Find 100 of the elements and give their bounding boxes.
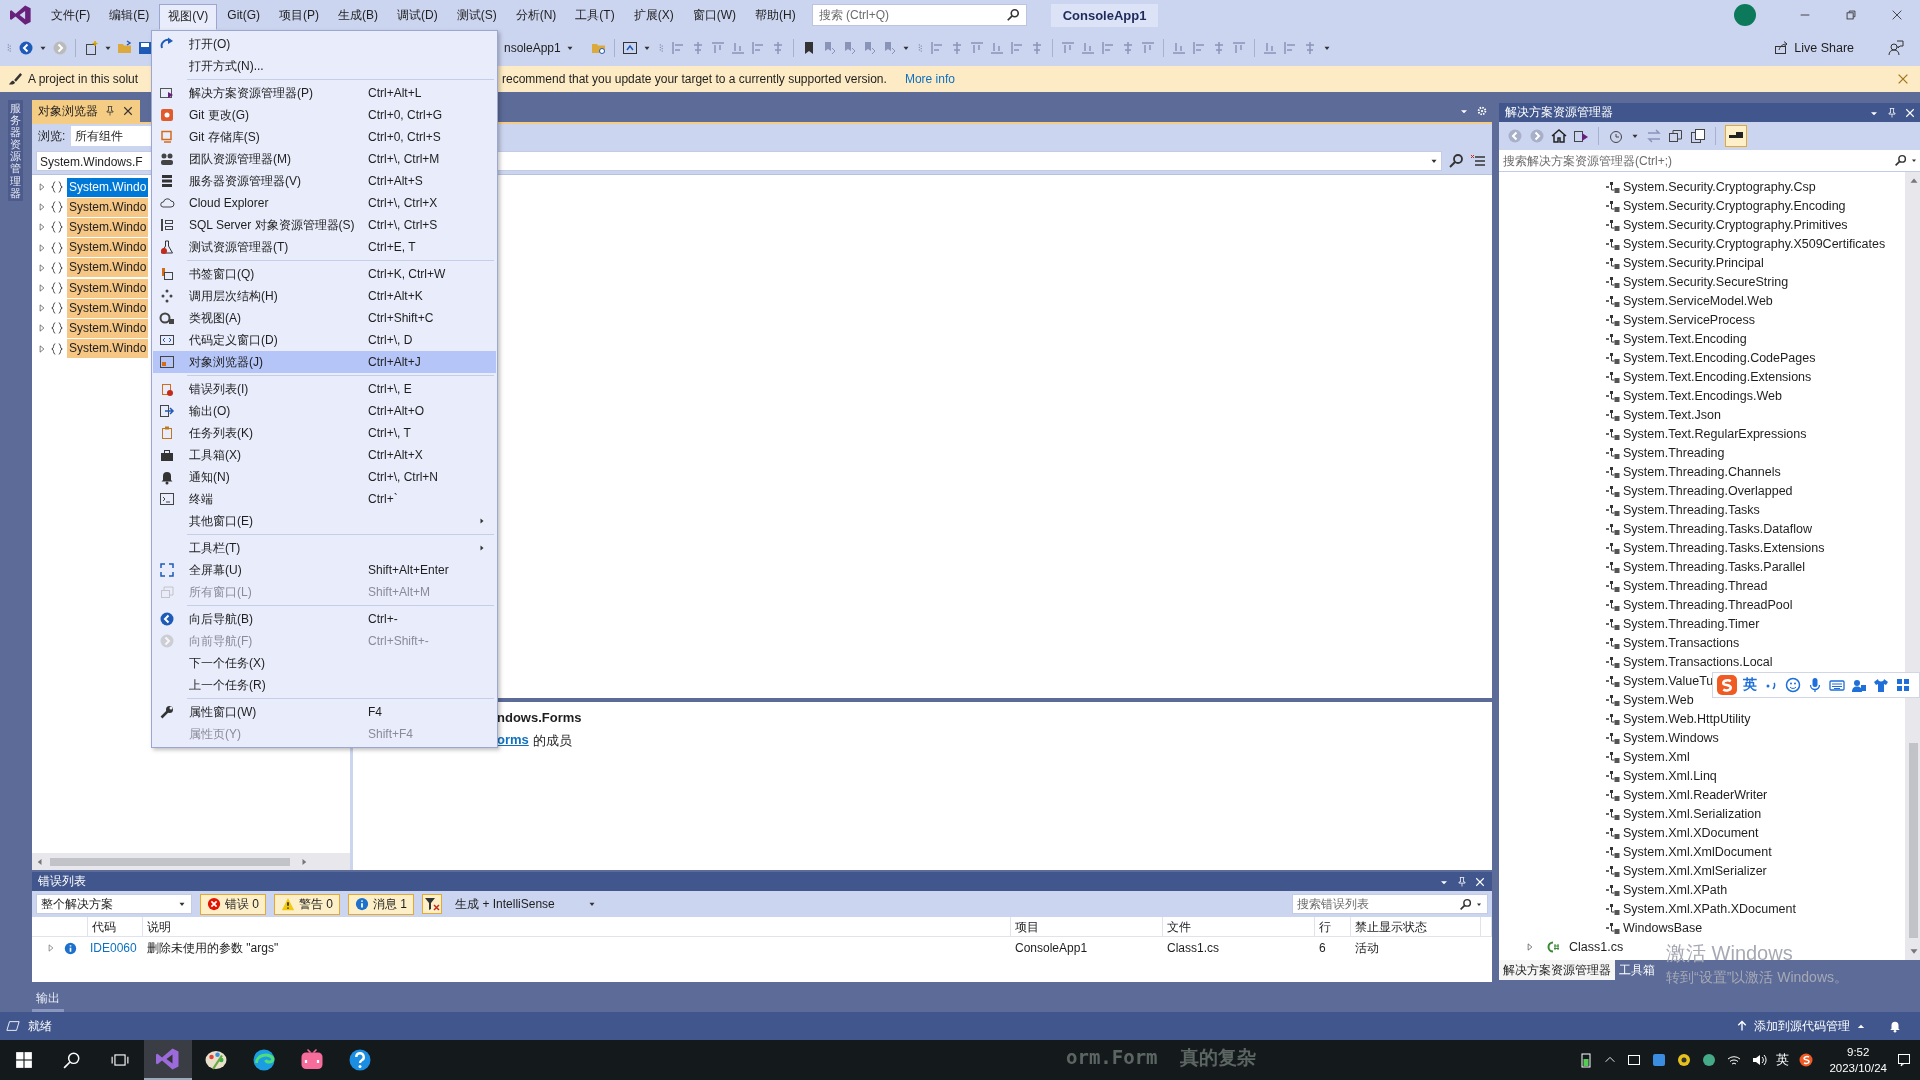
menu-item[interactable]: 工具(T) (566, 4, 624, 26)
settings-list-icon[interactable] (1470, 153, 1486, 169)
tree-item[interactable]: System.Web (1623, 692, 1694, 707)
menu-item[interactable]: 输出(O) Ctrl+Alt+O (153, 400, 496, 422)
horizontal-scrollbar[interactable] (32, 853, 350, 870)
studio-icon[interactable] (156, 1047, 180, 1071)
tree-item[interactable]: System.Threading.Tasks.Dataflow (1623, 521, 1812, 536)
menu-item[interactable]: 其他窗口(E) (153, 510, 496, 532)
column-header[interactable]: 项目 (1011, 917, 1163, 937)
column-header[interactable]: 代码 (88, 917, 143, 937)
search-input[interactable]: 搜索 (Ctrl+Q) (818, 5, 1006, 25)
shirt-icon[interactable] (1873, 677, 1889, 693)
close-icon[interactable] (122, 105, 134, 117)
menu-item[interactable]: 调试(D) (388, 4, 447, 26)
tree-item[interactable]: System.Security.Cryptography.X509Certificates (1623, 236, 1886, 251)
tree-item[interactable]: System.Security.Cryptography.Csp (1623, 179, 1816, 194)
search-icon[interactable] (1448, 153, 1464, 169)
search-field[interactable]: 搜索错误列表 (1292, 894, 1488, 914)
menu-item[interactable]: 文件(F) (42, 4, 100, 26)
menu-item[interactable]: SQL Server 对象资源管理器(S) Ctrl+\, Ctrl+S (153, 214, 496, 236)
menu-item[interactable]: 任务列表(K) Ctrl+\, T (153, 422, 496, 444)
menu-item[interactable]: 扩展(X) (624, 4, 683, 26)
menu-item[interactable]: 书签窗口(Q) Ctrl+K, Ctrl+W (153, 263, 496, 285)
volume-icon[interactable] (1751, 1052, 1768, 1068)
tree-item[interactable]: System.Text.Encoding.CodePages (1623, 350, 1816, 365)
pin-icon[interactable] (1456, 874, 1468, 889)
tree-item[interactable]: System.Windo (67, 258, 149, 278)
vertical-scrollbar[interactable] (1905, 172, 1920, 960)
menu-item[interactable]: Git(G) (218, 4, 269, 26)
collapse-icon[interactable] (1668, 128, 1684, 144)
tree-item[interactable]: System.Xml.Linq (1623, 768, 1717, 783)
menu-item[interactable]: 类视图(A) Ctrl+Shift+C (153, 307, 496, 329)
close-icon[interactable] (1890, 8, 1904, 22)
menu-item[interactable]: 通知(N) Ctrl+\, Ctrl+N (153, 466, 496, 488)
menu-item[interactable]: 视图(V) (159, 4, 218, 30)
tree-item[interactable]: System.Transactions.Local (1623, 654, 1773, 669)
tree-item[interactable]: System.Xml.XDocument (1623, 825, 1759, 840)
scroll-thumb[interactable] (50, 857, 290, 866)
side-tab[interactable]: 服务器资源管理器 (7, 100, 23, 201)
forward-icon[interactable] (1529, 128, 1545, 144)
scope-dropdown[interactable]: 整个解决方案 (36, 894, 192, 914)
menu-item[interactable]: 窗口(W) (683, 4, 745, 26)
live-share-button[interactable]: Live Share (1773, 40, 1854, 56)
keyboard-icon[interactable] (1829, 677, 1845, 693)
panel-tab[interactable]: 解决方案资源管理器 (1499, 960, 1615, 980)
restore-icon[interactable] (1844, 8, 1858, 22)
menu-item[interactable]: 向后导航(B) Ctrl+- (153, 608, 496, 630)
solution-icon[interactable] (1573, 128, 1589, 144)
menu-item[interactable]: 错误列表(I) Ctrl+\, E (153, 378, 496, 400)
tree-item[interactable]: System.Threading.Tasks.Parallel (1623, 559, 1806, 574)
menu-item[interactable]: Cloud Explorer Ctrl+\, Ctrl+X (153, 192, 496, 214)
menu-item[interactable]: 打开方式(N)... (153, 55, 496, 77)
menu-item[interactable]: 解决方案资源管理器(P) Ctrl+Alt+L (153, 82, 496, 104)
input-mode[interactable]: 英 (1743, 676, 1757, 694)
menu-item[interactable]: 上一个任务(R) (153, 674, 496, 696)
tree-item[interactable]: System.Security.SecureString (1623, 274, 1789, 289)
app-tray-icon[interactable] (1798, 1052, 1815, 1068)
search-field[interactable]: 搜索 (Ctrl+Q) (811, 4, 1027, 26)
column-header[interactable]: 文件 (1163, 917, 1315, 937)
input-mode[interactable]: 英 (1776, 1051, 1790, 1069)
menu-item[interactable]: 打开(O) (153, 33, 496, 55)
scroll-thumb[interactable] (1909, 743, 1918, 938)
menu-item[interactable]: 终端 Ctrl+` (153, 488, 496, 510)
tree-item[interactable]: System.ServiceModel.Web (1623, 293, 1773, 308)
tree-item[interactable]: System.Xml.ReaderWriter (1623, 787, 1768, 802)
tree-item[interactable]: System.Threading (1623, 445, 1725, 460)
settings-icon[interactable] (1476, 104, 1488, 118)
back-icon[interactable] (18, 40, 34, 56)
tree-item[interactable]: System.Windo (67, 177, 149, 197)
menu-item[interactable]: 帮助(H) (746, 4, 805, 26)
tree-item[interactable]: System.Security.Cryptography.Encoding (1623, 198, 1846, 213)
tree-item[interactable]: System.Threading.Tasks (1623, 502, 1760, 517)
tree-item[interactable]: System.Text.RegularExpressions (1623, 426, 1807, 441)
person-icon[interactable] (1851, 677, 1867, 693)
error-code-link[interactable]: IDE0060 (88, 941, 143, 955)
namespace-link[interactable]: orms (497, 732, 529, 750)
tree-item[interactable]: System.Threading.Timer (1623, 616, 1760, 631)
app-tray-icon[interactable] (1701, 1052, 1718, 1068)
help-icon[interactable] (348, 1048, 372, 1072)
smiley-icon[interactable] (1785, 677, 1801, 693)
tree-item[interactable]: WindowsBase (1623, 920, 1703, 935)
source-control-button[interactable]: 添加到源代码管理 (1736, 1017, 1866, 1035)
tree-item[interactable]: System.Threading.Thread (1623, 578, 1768, 593)
tree-item[interactable]: System.ValueTu (1623, 673, 1714, 688)
feedback-icon[interactable] (1888, 40, 1904, 56)
tree-item[interactable]: System.Xml.XmlSerializer (1623, 863, 1767, 878)
panel-tab[interactable]: 工具箱 (1615, 960, 1659, 980)
tree-item[interactable]: System.Windo (67, 339, 149, 359)
column-header[interactable]: 说明 (143, 917, 1011, 937)
menu-item[interactable]: 服务器资源管理器(V) Ctrl+Alt+S (153, 170, 496, 192)
tree-item[interactable]: System.Security.Principal (1623, 255, 1764, 270)
column-header[interactable]: 禁止显示状态 (1351, 917, 1481, 937)
tree-item[interactable]: System.Text.Json (1623, 407, 1721, 422)
tree-item[interactable]: System.Threading.Channels (1623, 464, 1781, 479)
new-item-icon[interactable] (83, 40, 99, 56)
menu-item[interactable]: 全屏幕(U) Shift+Alt+Enter (153, 559, 496, 581)
pin-icon[interactable] (1886, 105, 1898, 120)
clock-date[interactable]: 2023/10/24 (1829, 1060, 1887, 1076)
menu-item[interactable]: Git 存储库(S) Ctrl+0, Ctrl+S (153, 126, 496, 148)
tree-item[interactable]: System.Threading.Overlapped (1623, 483, 1793, 498)
